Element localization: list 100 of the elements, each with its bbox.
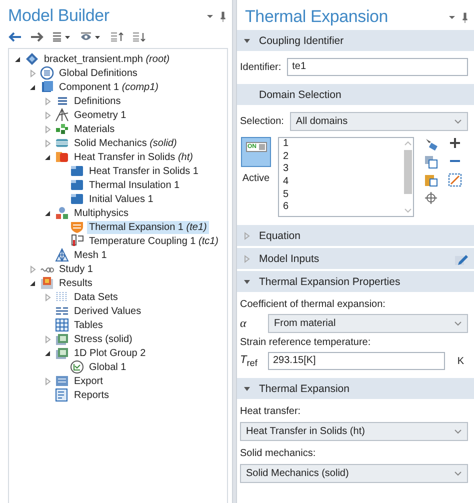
pin-icon[interactable]: [462, 12, 468, 22]
multiphysics-icon: [55, 206, 69, 220]
line-plot-icon: [70, 360, 84, 374]
circle-list-icon: [40, 66, 54, 80]
dropdown[interactable]: All domains: [290, 112, 468, 131]
mesh-icon: [55, 248, 69, 262]
caret-down-icon[interactable]: [206, 12, 214, 20]
tree-item[interactable]: Derived Values: [72, 304, 144, 318]
tree-item[interactable]: Heat Transfer in Solids (ht): [72, 150, 195, 164]
pin-icon[interactable]: [220, 10, 226, 22]
thermometer-icon: [70, 234, 84, 248]
tree-item[interactable]: Global Definitions: [57, 66, 140, 80]
tree-item[interactable]: Heat Transfer in Solids 1: [87, 164, 200, 178]
field-label: Identifier:: [240, 62, 282, 72]
tree-item[interactable]: Reports: [72, 388, 112, 402]
list-item[interactable]: 4: [283, 176, 403, 189]
copy-icon[interactable]: [424, 155, 438, 169]
tree-item[interactable]: Materials: [72, 122, 117, 136]
node-icon: [70, 164, 84, 178]
tree-item[interactable]: Export: [72, 374, 105, 388]
tree-item[interactable]: Initial Values 1: [87, 192, 156, 206]
coupling-icon: [70, 220, 84, 234]
tree-item[interactable]: 1D Plot Group 2: [72, 346, 148, 360]
tree-item[interactable]: Data Sets: [72, 290, 120, 304]
tree-item[interactable]: Geometry 1: [72, 108, 128, 122]
pointer-icon[interactable]: [424, 137, 438, 151]
diamond-icon: [25, 52, 39, 66]
list-item[interactable]: 5: [283, 188, 403, 202]
clear-selection-icon[interactable]: [448, 173, 462, 187]
field-label: Solid mechanics:: [240, 448, 317, 459]
expanded-arrow-icon[interactable]: [43, 348, 52, 358]
tree-item[interactable]: Thermal Expansion 1 (te1): [87, 220, 209, 234]
tree-item[interactable]: Solid Mechanics (solid): [72, 136, 179, 150]
dropdown-caret-icon: [454, 320, 462, 326]
symbol-label: α: [240, 316, 248, 331]
table-icon: [55, 318, 69, 332]
tree-item[interactable]: Mesh 1: [72, 248, 109, 262]
dropdown-caret-icon: [454, 470, 462, 476]
tree-item[interactable]: Temperature Coupling 1 (tc1): [87, 234, 221, 248]
tree-item[interactable]: bracket_transient.mph (root): [42, 52, 172, 66]
field-label: Heat transfer:: [240, 406, 302, 417]
crosshair-icon[interactable]: [424, 191, 438, 205]
active-label: Active: [242, 173, 270, 184]
tree-item[interactable]: Tables: [72, 318, 105, 332]
tree-item[interactable]: Study 1: [57, 262, 95, 276]
expand-all-icon[interactable]: [132, 32, 146, 42]
paste-icon[interactable]: [424, 173, 438, 187]
field-label: Selection:: [240, 116, 284, 127]
collapse-triangle-icon[interactable]: [243, 278, 251, 286]
eye-menu-icon[interactable]: [80, 32, 102, 42]
tree-item[interactable]: Global 1: [87, 360, 128, 374]
tree-item[interactable]: Stress (solid): [72, 332, 134, 346]
list-item[interactable]: 2: [283, 150, 403, 164]
node-icon: [70, 178, 84, 192]
text-field[interactable]: 293.15[K]: [268, 352, 446, 370]
back-arrow-icon[interactable]: [8, 32, 22, 42]
expanded-arrow-icon[interactable]: [43, 152, 52, 162]
dropdown[interactable]: Heat Transfer in Solids (ht): [240, 422, 468, 441]
scrollbar-icon[interactable]: [403, 139, 413, 215]
forward-arrow-icon[interactable]: [30, 32, 44, 42]
unit-label: K: [456, 356, 465, 366]
plot-icon: [55, 346, 69, 360]
results-icon: [40, 276, 54, 290]
collapse-triangle-icon[interactable]: [243, 384, 251, 392]
geometry-icon: [55, 108, 69, 122]
collapse-all-icon[interactable]: [110, 32, 124, 42]
tree-item[interactable]: Results: [57, 276, 94, 290]
expanded-arrow-icon[interactable]: [28, 278, 37, 288]
dropdown-caret-icon: [454, 118, 462, 124]
collapse-triangle-icon[interactable]: [243, 36, 251, 44]
caret-down-icon[interactable]: [448, 13, 456, 21]
list-item[interactable]: 6: [283, 201, 403, 214]
list-item[interactable]: 1: [283, 138, 403, 151]
expanded-arrow-icon[interactable]: [13, 54, 22, 64]
symbol-label: T$_{ref}$: [240, 354, 258, 368]
export-icon: [55, 374, 69, 388]
report-icon: [55, 388, 69, 402]
panel-title: Model Builder: [8, 6, 110, 26]
expanded-arrow-icon[interactable]: [28, 82, 37, 92]
tree-item[interactable]: Component 1 (comp1): [57, 80, 161, 94]
dropdown-caret-icon: [454, 428, 462, 434]
physics-icon: [55, 136, 69, 150]
panel-title: Thermal Expansion: [245, 7, 388, 27]
node-icon: [70, 192, 84, 206]
tree-item[interactable]: Definitions: [72, 94, 123, 108]
list-menu-icon[interactable]: [52, 32, 72, 42]
tree-item[interactable]: Multiphysics: [72, 206, 130, 220]
add-icon[interactable]: [449, 137, 461, 149]
field-label: Coefficient of thermal expansion:: [240, 299, 386, 310]
list-item[interactable]: 3: [283, 163, 403, 176]
dropdown[interactable]: Solid Mechanics (solid): [240, 464, 468, 483]
field-label: Strain reference temperature:: [240, 337, 372, 348]
plot-icon: [55, 332, 69, 346]
tree-item[interactable]: Thermal Insulation 1: [87, 178, 182, 192]
text-field[interactable]: te1: [287, 58, 468, 76]
cube-icon: [40, 80, 54, 94]
squares-icon: [55, 122, 69, 136]
heat-icon: [55, 150, 69, 164]
dropdown[interactable]: From material: [268, 314, 468, 333]
expanded-arrow-icon[interactable]: [43, 208, 52, 218]
